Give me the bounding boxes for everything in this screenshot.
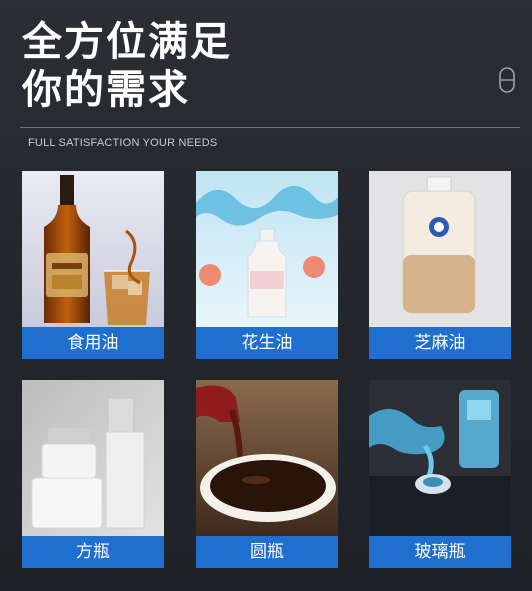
decorative-ring-icon [499,67,515,93]
product-card-sesame-oil[interactable]: 芝麻油 [369,171,511,359]
product-label: 方瓶 [22,536,164,568]
product-card-edible-oil[interactable]: 食用油 [22,171,164,359]
product-card-glass-bottle[interactable]: 玻璃瓶 [369,380,511,568]
soy-sauce-bowl-image [196,380,338,536]
product-label: 圆瓶 [196,536,338,568]
product-card-peanut-oil[interactable]: 花生油 [196,171,338,359]
product-card-square-bottle[interactable]: 方瓶 [22,380,164,568]
page-subtitle: FULL SATISFACTION YOUR NEEDS [28,137,218,149]
title-line-1: 全方位满足 [22,19,232,65]
product-label: 玻璃瓶 [369,536,511,568]
product-label: 花生油 [196,327,338,359]
splash-bottle-image [196,171,338,327]
header-divider [20,127,520,128]
product-card-round-bottle[interactable]: 圆瓶 [196,380,338,568]
title-line-2: 你的需求 [22,67,190,113]
milk-tea-bottle-image [369,171,511,327]
whisky-bottle-image [22,171,164,327]
washer-fluid-image [369,380,511,536]
product-label: 芝麻油 [369,327,511,359]
cosmetic-containers-image [22,380,164,536]
page-title: 全方位满足 你的需求 [22,18,232,114]
product-label: 食用油 [22,327,164,359]
